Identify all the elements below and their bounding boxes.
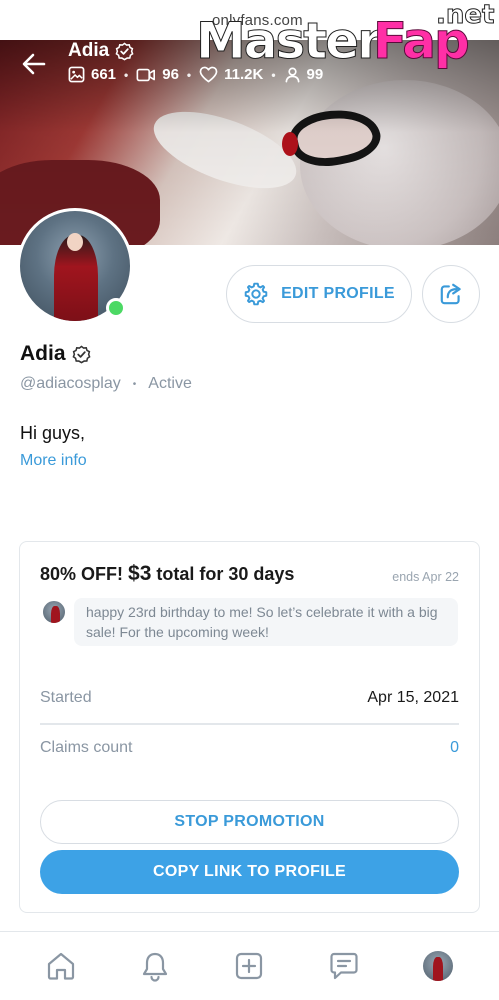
nav-profile-avatar	[422, 951, 453, 981]
divider	[40, 723, 459, 725]
nav-messages[interactable]	[320, 942, 368, 990]
plus-square-icon	[236, 952, 263, 980]
copy-link-button[interactable]: COPY LINK TO PROFILE	[40, 850, 459, 894]
chat-icon	[330, 952, 358, 980]
nav-add-post[interactable]	[225, 942, 273, 990]
verified-badge-icon	[72, 344, 91, 363]
likes-count: 11.2K	[224, 66, 264, 83]
header-title: Adia	[68, 40, 134, 62]
promotion-message-text: happy 23rd birthday to me! So let’s cele…	[74, 598, 458, 646]
share-profile-button[interactable]	[422, 265, 480, 323]
claims-value[interactable]: 0	[450, 739, 459, 757]
verified-badge-icon	[115, 41, 134, 60]
nav-home[interactable]	[37, 942, 85, 990]
edit-profile-button[interactable]: EDIT PROFILE	[226, 265, 412, 323]
photos-count: 661	[91, 66, 117, 83]
top-strip: onlyfans.com	[0, 0, 499, 40]
more-info-link[interactable]: More info	[20, 452, 87, 470]
profile-bio: Hi guys,	[20, 423, 86, 443]
share-icon	[440, 283, 461, 305]
started-value: Apr 15, 2021	[367, 689, 459, 706]
gear-icon	[244, 282, 268, 306]
started-label: Started	[40, 689, 92, 706]
heart-icon	[199, 66, 218, 83]
site-domain: onlyfans.com	[212, 12, 303, 29]
started-row: Started Apr 15, 2021	[40, 689, 459, 707]
message-avatar	[42, 600, 66, 624]
promotion-ends: ends Apr 22	[392, 570, 459, 584]
image-icon	[68, 66, 85, 83]
promotion-message: happy 23rd birthday to me! So let’s cele…	[42, 598, 459, 646]
video-icon	[136, 68, 156, 81]
claims-row: Claims count 0	[40, 739, 459, 757]
stop-promotion-button[interactable]: STOP PROMOTION	[40, 800, 459, 844]
profile-name: Adia	[20, 342, 91, 366]
bell-icon	[143, 952, 168, 982]
profile-handle: @adiacosplay	[20, 375, 121, 392]
header-name: Adia	[68, 40, 110, 61]
activity-status: Active	[148, 375, 192, 392]
profile-name-text: Adia	[20, 342, 66, 365]
edit-profile-label: EDIT PROFILE	[281, 285, 395, 302]
videos-count: 96	[162, 66, 179, 83]
home-icon	[47, 952, 75, 980]
nav-notifications[interactable]	[131, 942, 179, 990]
promotion-price: $3	[128, 562, 152, 585]
handle-row: @adiacosplay • Active	[20, 375, 192, 392]
user-icon	[285, 67, 300, 83]
arrow-left-icon	[22, 53, 46, 75]
back-button[interactable]	[20, 50, 48, 78]
promotion-duration: total for 30 days	[151, 564, 295, 584]
claims-label: Claims count	[40, 739, 133, 756]
promotion-card: 80% OFF! $3 total for 30 days ends Apr 2…	[19, 541, 480, 913]
promotion-discount: 80% OFF!	[40, 564, 129, 584]
online-status-indicator	[106, 298, 126, 318]
fans-count: 99	[306, 66, 324, 83]
promotion-headline: 80% OFF! $3 total for 30 days	[40, 562, 294, 586]
header-stats: 661 • 96 • 11.2K • 99	[68, 66, 323, 83]
nav-profile[interactable]	[414, 942, 462, 990]
bottom-navigation	[0, 931, 499, 1000]
